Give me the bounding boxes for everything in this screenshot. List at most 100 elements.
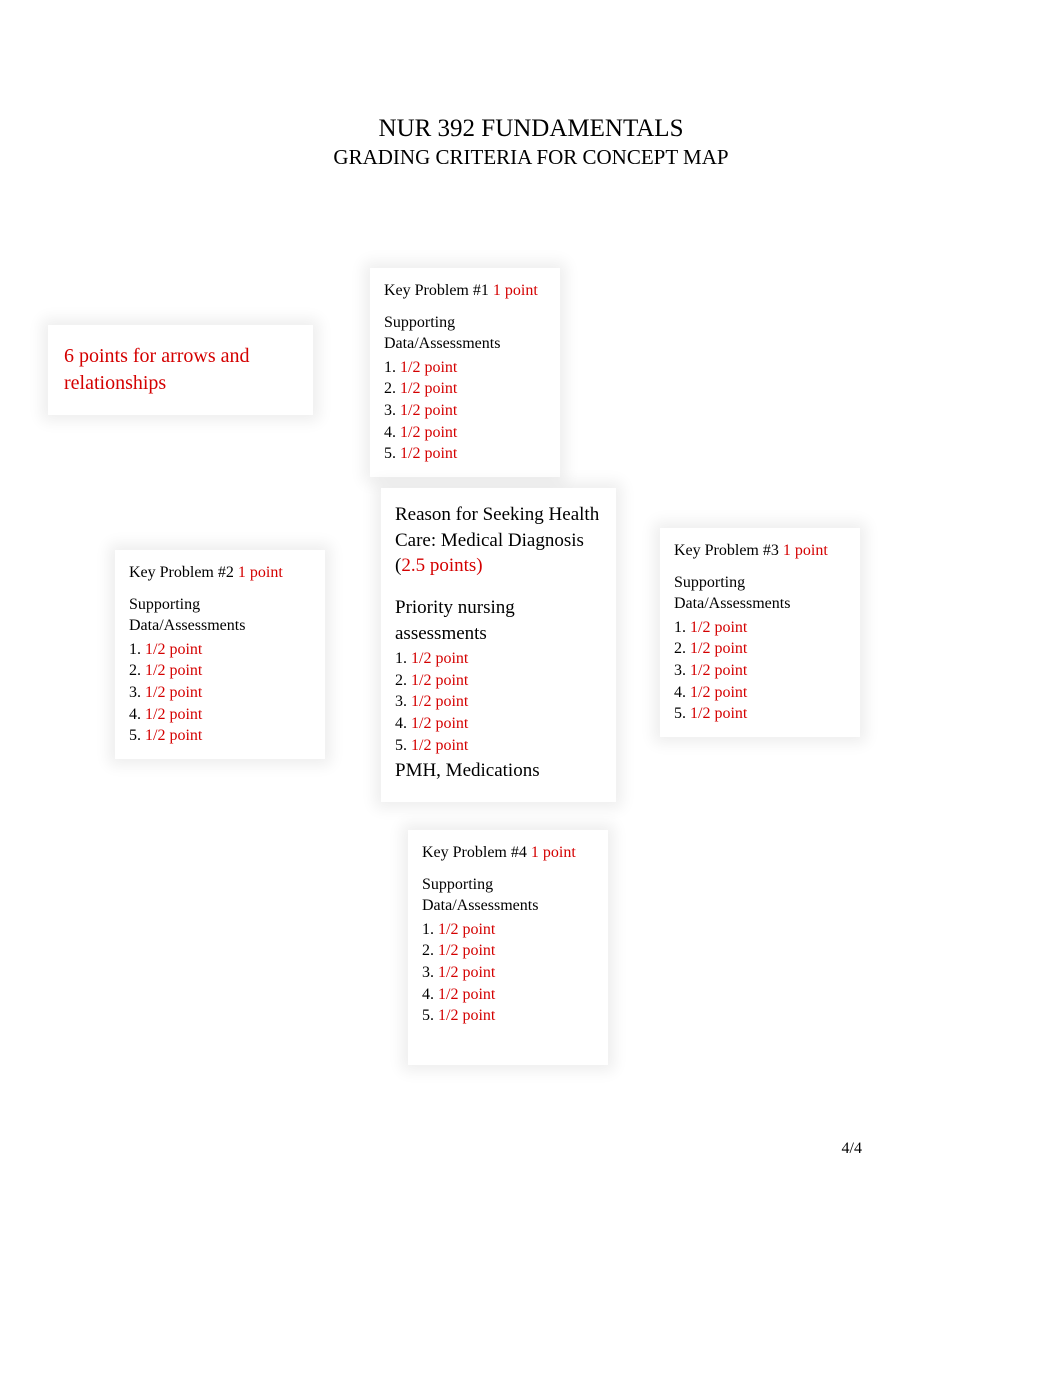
list-points: 1/2 point (690, 705, 747, 722)
key-problem-3-box: Key Problem #3 1 point Supporting Data/A… (660, 528, 860, 737)
title-line-1: NUR 392 FUNDAMENTALS (0, 115, 1062, 143)
list-num: 2. (384, 380, 396, 397)
list-item: 1. 1/2 point (674, 617, 846, 639)
list-num: 3. (384, 402, 396, 419)
kp2-support-label: Supporting Data/Assessments (129, 594, 311, 637)
list-num: 3. (129, 684, 141, 701)
list-item: 4. 1/2 point (129, 704, 311, 726)
list-points: 1/2 point (145, 684, 202, 701)
list-item: 5. 1/2 point (384, 443, 546, 465)
list-points: 1/2 point (400, 424, 457, 441)
priority-assessments-label: Priority nursing assessments (395, 595, 602, 646)
center-box: Reason for Seeking Health Care: Medical … (381, 488, 616, 802)
list-points: 1/2 point (145, 706, 202, 723)
kp4-support-label: Supporting Data/Assessments (422, 874, 594, 917)
kp4-points-value: 1 point (531, 844, 576, 861)
list-num: 4. (395, 715, 407, 732)
list-points: 1/2 point (145, 662, 202, 679)
list-item: 2. 1/2 point (422, 940, 594, 962)
list-item: 5. 1/2 point (129, 725, 311, 747)
key-problem-1-title: Key Problem #1 1 point (384, 280, 546, 302)
center-support-list: 1. 1/2 point 2. 1/2 point 3. 1/2 point 4… (395, 648, 602, 756)
list-item: 1. 1/2 point (422, 919, 594, 941)
list-item: 4. 1/2 point (395, 713, 602, 735)
list-points: 1/2 point (400, 380, 457, 397)
list-num: 5. (422, 1007, 434, 1024)
list-points: 1/2 point (438, 986, 495, 1003)
list-num: 1. (384, 359, 396, 376)
list-item: 1. 1/2 point (129, 639, 311, 661)
list-points: 1/2 point (438, 964, 495, 981)
list-num: 5. (395, 737, 407, 754)
key-problem-2-box: Key Problem #2 1 point Supporting Data/A… (115, 550, 325, 759)
list-num: 5. (384, 445, 396, 462)
list-points: 1/2 point (438, 1007, 495, 1024)
list-points: 1/2 point (411, 650, 468, 667)
key-problem-3-title: Key Problem #3 1 point (674, 540, 846, 562)
kp4-points: 1 point (531, 844, 576, 861)
list-points: 1/2 point (690, 662, 747, 679)
list-item: 5. 1/2 point (422, 1005, 594, 1027)
page-number: 4/4 (842, 1140, 862, 1158)
list-num: 4. (384, 424, 396, 441)
list-points: 1/2 point (438, 942, 495, 959)
kp3-points: 1 point (783, 542, 828, 559)
key-problem-4-box: Key Problem #4 1 point Supporting Data/A… (408, 830, 608, 1065)
list-num: 5. (129, 727, 141, 744)
kp1-points-value: 1 point (493, 282, 538, 299)
kp1-points: 1 point (493, 282, 538, 299)
list-points: 1/2 point (400, 359, 457, 376)
list-item: 3. 1/2 point (395, 691, 602, 713)
list-num: 1. (129, 641, 141, 658)
list-points: 1/2 point (411, 693, 468, 710)
list-item: 3. 1/2 point (384, 400, 546, 422)
list-num: 2. (395, 672, 407, 689)
list-item: 3. 1/2 point (129, 682, 311, 704)
pmh-medications: PMH, Medications (395, 758, 602, 784)
list-num: 5. (674, 705, 686, 722)
list-item: 2. 1/2 point (674, 638, 846, 660)
list-num: 4. (422, 986, 434, 1003)
list-item: 1. 1/2 point (384, 357, 546, 379)
list-points: 1/2 point (411, 672, 468, 689)
kp1-support-label: Supporting Data/Assessments (384, 312, 546, 355)
key-problem-2-title: Key Problem #2 1 point (129, 562, 311, 584)
list-item: 2. 1/2 point (395, 670, 602, 692)
list-item: 5. 1/2 point (674, 703, 846, 725)
kp4-support-list: 1. 1/2 point 2. 1/2 point 3. 1/2 point 4… (422, 919, 594, 1027)
list-item: 2. 1/2 point (129, 660, 311, 682)
list-num: 3. (395, 693, 407, 710)
kp3-support-list: 1. 1/2 point 2. 1/2 point 3. 1/2 point 4… (674, 617, 846, 725)
list-item: 4. 1/2 point (422, 984, 594, 1006)
list-points: 1/2 point (411, 737, 468, 754)
list-num: 4. (674, 684, 686, 701)
kp2-points: 1 point (238, 564, 283, 581)
list-item: 1. 1/2 point (395, 648, 602, 670)
list-points: 1/2 point (400, 402, 457, 419)
kp2-support-list: 1. 1/2 point 2. 1/2 point 3. 1/2 point 4… (129, 639, 311, 747)
list-item: 4. 1/2 point (384, 422, 546, 444)
list-num: 2. (674, 640, 686, 657)
list-num: 3. (674, 662, 686, 679)
list-item: 3. 1/2 point (674, 660, 846, 682)
list-points: 1/2 point (690, 640, 747, 657)
arrows-relationships-note: 6 points for arrows and relationships (48, 325, 313, 415)
list-num: 4. (129, 706, 141, 723)
list-num: 1. (674, 619, 686, 636)
key-problem-1-box: Key Problem #1 1 point Supporting Data/A… (370, 268, 560, 477)
list-num: 3. (422, 964, 434, 981)
kp3-support-label: Supporting Data/Assessments (674, 572, 846, 615)
list-points: 1/2 point (145, 641, 202, 658)
title-line-2: GRADING CRITERIA FOR CONCEPT MAP (0, 145, 1062, 170)
list-points: 1/2 point (690, 619, 747, 636)
list-points: 1/2 point (145, 727, 202, 744)
kp3-title-text: Key Problem #3 (674, 542, 779, 559)
kp3-points-value: 1 point (783, 542, 828, 559)
list-item: 5. 1/2 point (395, 735, 602, 757)
kp4-title-text: Key Problem #4 (422, 844, 527, 861)
list-item: 2. 1/2 point (384, 378, 546, 400)
kp2-title-text: Key Problem #2 (129, 564, 234, 581)
reason-points: 2.5 points) (401, 555, 482, 576)
list-num: 1. (422, 921, 434, 938)
kp2-points-value: 1 point (238, 564, 283, 581)
